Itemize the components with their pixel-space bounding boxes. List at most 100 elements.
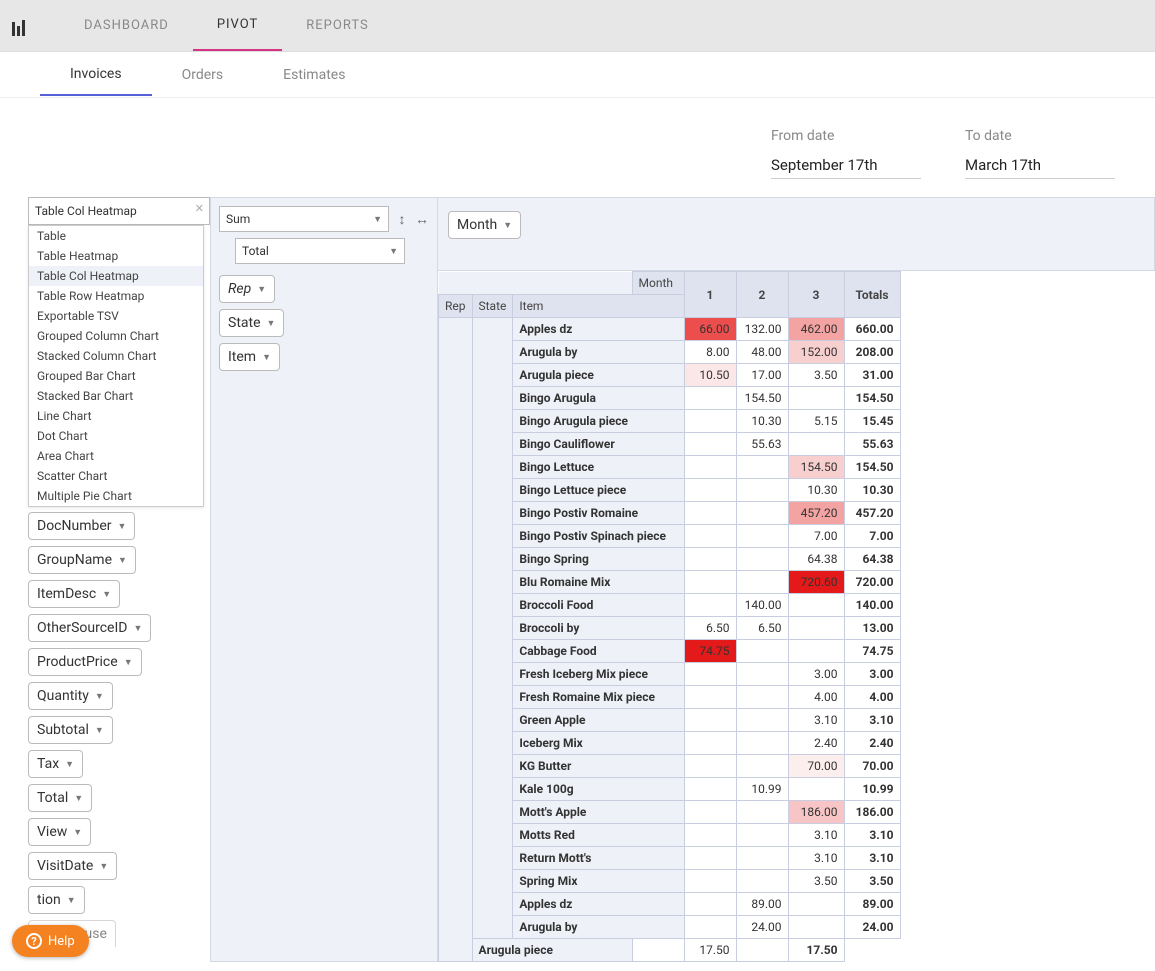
close-icon[interactable]: ✕ [195, 202, 204, 215]
value-cell [736, 755, 788, 778]
total-cell: 140.00 [844, 594, 900, 617]
table-row: Apples dz66.00132.00462.00660.00 [439, 318, 901, 341]
sort-horiz-icon[interactable]: ↔ [415, 211, 429, 228]
value-cell: 8.00 [684, 341, 736, 364]
from-date-field[interactable]: From date September 17th [771, 128, 921, 179]
row-attr-item[interactable]: Item▼ [219, 343, 280, 371]
item-cell: Bingo Spring [513, 548, 684, 571]
month-col-1[interactable]: 1 [684, 272, 736, 318]
aggregator-select[interactable]: Sum▼ [219, 206, 389, 232]
nav-reports[interactable]: REPORTS [282, 1, 392, 50]
item-cell: Bingo Arugula piece [513, 410, 684, 433]
value-cell: 10.50 [684, 364, 736, 387]
total-cell: 3.10 [844, 709, 900, 732]
item-cell: Apples dz [513, 318, 684, 341]
unused-fields: DocNumber▼ GroupName▼ ItemDesc▼ OtherSource… [28, 505, 210, 950]
value-cell [684, 525, 736, 548]
month-col-2[interactable]: 2 [736, 272, 788, 318]
value-cell [684, 571, 736, 594]
item-cell: Bingo Lettuce piece [513, 479, 684, 502]
renderer-select[interactable]: Table Col Heatmap ✕ [28, 197, 210, 225]
renderer-option[interactable]: Table Row Heatmap [29, 286, 203, 306]
value-cell [736, 870, 788, 893]
sort-vert-icon[interactable]: ↕ [395, 211, 409, 228]
value-cell: 3.50 [788, 870, 844, 893]
row-header-state: State [472, 295, 513, 318]
item-cell: Bingo Postiv Spinach piece [513, 525, 684, 548]
row-attr-rep[interactable]: Rep▼ [219, 275, 275, 303]
renderer-option[interactable]: Grouped Bar Chart [29, 366, 203, 386]
renderer-option[interactable]: Table [29, 226, 203, 246]
field-pill-tax[interactable]: Tax▼ [28, 750, 83, 778]
renderer-option[interactable]: Scatter Chart [29, 466, 203, 486]
renderer-option[interactable]: Dot Chart [29, 426, 203, 446]
total-cell: 7.00 [844, 525, 900, 548]
value-cell [736, 824, 788, 847]
aggregator-attr-select[interactable]: Total▼ [235, 238, 405, 264]
renderer-option[interactable]: Stacked Column Chart [29, 346, 203, 366]
renderer-option[interactable]: Exportable TSV [29, 306, 203, 326]
bars-icon [12, 16, 32, 36]
item-cell: Cabbage Food [513, 640, 684, 663]
value-cell [684, 801, 736, 824]
value-cell [684, 456, 736, 479]
field-pill-total[interactable]: Total▼ [28, 784, 92, 812]
value-cell: 154.50 [788, 456, 844, 479]
value-cell [788, 778, 844, 801]
state-cell [472, 318, 513, 939]
renderer-option[interactable]: Grouped Column Chart [29, 326, 203, 346]
renderer-option[interactable]: Stacked Bar Chart [29, 386, 203, 406]
field-pill-partial[interactable]: tion▼ [28, 886, 85, 914]
field-pill-docnumber[interactable]: DocNumber▼ [28, 512, 135, 540]
field-pill-itemdesc[interactable]: ItemDesc▼ [28, 580, 120, 608]
item-cell: Bingo Arugula [513, 387, 684, 410]
field-pill-subtotal[interactable]: Subtotal▼ [28, 716, 113, 744]
value-cell [788, 640, 844, 663]
total-cell: 24.00 [844, 916, 900, 939]
value-cell [684, 594, 736, 617]
tab-orders[interactable]: Orders [152, 55, 254, 95]
total-cell: 10.99 [844, 778, 900, 801]
item-cell: Fresh Iceberg Mix piece [513, 663, 684, 686]
total-cell: 154.50 [844, 456, 900, 479]
value-cell: 462.00 [788, 318, 844, 341]
help-button[interactable]: ? Help [12, 925, 89, 957]
from-date-value: September 17th [771, 156, 921, 174]
sub-nav: Invoices Orders Estimates [0, 52, 1155, 98]
to-date-field[interactable]: To date March 17th [965, 128, 1115, 179]
value-cell: 10.99 [736, 778, 788, 801]
tab-invoices[interactable]: Invoices [40, 54, 152, 96]
nav-dashboard[interactable]: DASHBOARD [60, 1, 193, 50]
nav-pivot[interactable]: PIVOT [193, 0, 282, 51]
renderer-option[interactable]: Table Col Heatmap [29, 266, 203, 286]
field-pill-visitdate[interactable]: VisitDate▼ [28, 852, 117, 880]
aggregator-fn: Sum [226, 212, 250, 226]
total-cell: 74.75 [844, 640, 900, 663]
top-nav: DASHBOARD PIVOT REPORTS [0, 0, 1155, 52]
field-pill-othersourceid[interactable]: OtherSourceID▼ [28, 614, 151, 642]
value-cell [788, 893, 844, 916]
renderer-option[interactable]: Multiple Pie Chart [29, 486, 203, 506]
renderer-option[interactable]: Table Heatmap [29, 246, 203, 266]
row-attr-state[interactable]: State▼ [219, 309, 284, 337]
field-pill-groupname[interactable]: GroupName▼ [28, 546, 136, 574]
total-cell: 3.00 [844, 663, 900, 686]
chevron-down-icon: ▼ [133, 623, 142, 634]
total-cell: 10.30 [844, 479, 900, 502]
value-cell: 720.60 [788, 571, 844, 594]
field-pill-productprice[interactable]: ProductPrice▼ [28, 648, 142, 676]
renderer-option[interactable]: Area Chart [29, 446, 203, 466]
total-cell: 208.00 [844, 341, 900, 364]
item-cell: Spring Mix [513, 870, 684, 893]
renderer-option[interactable]: Line Chart [29, 406, 203, 426]
pivot-table: Month123TotalsRepStateItemApples dz66.00… [438, 271, 901, 962]
value-cell [736, 456, 788, 479]
tab-estimates[interactable]: Estimates [253, 55, 375, 95]
month-col-3[interactable]: 3 [788, 272, 844, 318]
item-cell: Bingo Lettuce [513, 456, 684, 479]
field-pill-view[interactable]: View▼ [28, 818, 91, 846]
field-pill-quantity[interactable]: Quantity▼ [28, 682, 113, 710]
col-attr-month[interactable]: Month▼ [448, 211, 521, 239]
value-cell [632, 939, 684, 962]
total-cell: 2.40 [844, 732, 900, 755]
